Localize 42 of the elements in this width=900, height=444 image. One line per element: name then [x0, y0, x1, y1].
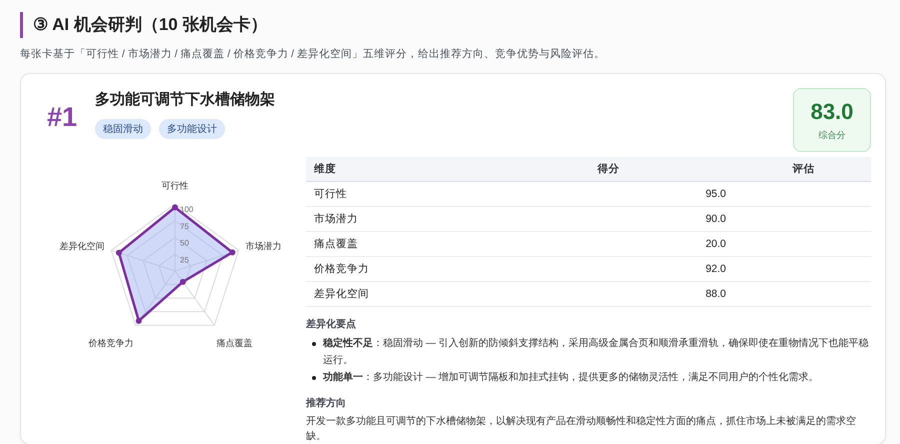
tick-label: 100 [180, 205, 194, 214]
bullet-text: 稳定性不足：稳固滑动 — 引入创新的防倾斜支撑结构，采用高级金属合页和顺滑承重滑轨，确保即使在重物情况下也能平稳运行。 [323, 336, 870, 368]
table-cell-text: 90.0 [704, 213, 727, 225]
bullet-icon [312, 376, 316, 380]
tag: 稳固滑动 [95, 119, 151, 139]
table-cell-text: 92.0 [704, 263, 727, 275]
data-point [116, 250, 122, 256]
data-point [229, 249, 236, 256]
axis-label: 价格竞争力 [88, 338, 134, 348]
data-point [136, 318, 142, 324]
table-cell-text: 差异化空间 [313, 287, 370, 301]
axis-label: 痛点覆盖 [216, 338, 252, 348]
recommendation-text: 开发一款多功能且可调节的下水槽储物架，以解决现有产品在滑动顺畅性和稳定性方面的痛点，抓住市场上未被满足的需求空缺。 [306, 414, 857, 444]
score-label: 综合分 [818, 128, 846, 142]
section-heading: 差异化要点 [306, 318, 357, 331]
card-title: 多功能可调节下水槽储物架 [95, 90, 275, 109]
table-cell-text: 价格竞争力 [313, 262, 370, 276]
table-header-cell-text: 评估 [791, 162, 816, 176]
score-value: 83.0 [810, 98, 854, 124]
section-title: ③ AI 机会研判（10 张机会卡） [20, 12, 268, 38]
tick-label: 75 [180, 222, 189, 231]
section-subtitle: 每张卡基于「可行性 / 市场潜力 / 痛点覆盖 / 价格竞争力 / 差异化空间」五维评分，给出推荐方向、竞争优势与风险评估。 [20, 47, 606, 61]
section-heading: 推荐方向 [306, 396, 347, 410]
axis-label: 可行性 [162, 180, 188, 191]
table-cell-text: 88.0 [704, 288, 727, 300]
table-cell-text: 市场潜力 [313, 212, 359, 226]
table-cell-text: 痛点覆盖 [313, 237, 359, 251]
tick-label: 50 [180, 238, 189, 248]
table-cell-text: 20.0 [704, 238, 727, 250]
data-point [180, 278, 186, 285]
bullet-icon [312, 342, 316, 346]
axis-label: 市场潜力 [245, 241, 282, 252]
rank-number: #1 [47, 102, 78, 133]
data-point [172, 204, 178, 210]
tag: 多功能设计 [159, 119, 225, 139]
tick-label: 25 [180, 255, 189, 264]
axis-label: 差异化空间 [60, 241, 105, 252]
table-cell-text: 可行性 [313, 187, 348, 201]
table-header-cell-text: 得分 [596, 162, 620, 176]
table-cell-text: 95.0 [704, 188, 727, 200]
table-header-cell-text: 维度 [313, 162, 337, 176]
bullet-text: 功能单一：多功能设计 — 增加可调节隔板和加挂式挂钩，提供更多的储物灵活性，满足不同用户的个性化需求。 [323, 370, 819, 385]
